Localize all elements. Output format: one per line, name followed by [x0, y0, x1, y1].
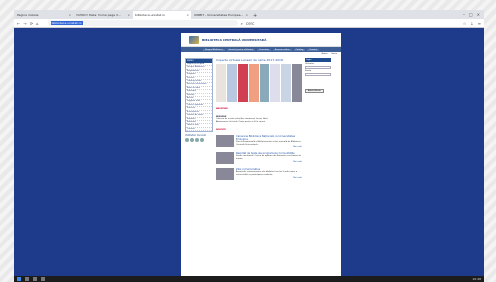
book-cover[interactable]	[226, 64, 237, 102]
book-cover[interactable]	[259, 64, 270, 102]
back-icon[interactable]: ←	[17, 21, 20, 26]
tab-title: UNIBIT - Universitatea Europea...	[194, 13, 244, 17]
left-menu-item[interactable]: Contact	[186, 128, 212, 132]
password-label: Parola	[305, 70, 312, 72]
content-columns: MENIU Pagina principală Despre Biblioteca…	[181, 56, 341, 182]
search-taskbar-icon[interactable]	[25, 277, 29, 281]
read-more-link[interactable]: Mai mult	[236, 177, 302, 179]
taskbar: 10:48	[14, 276, 484, 282]
close-icon[interactable]: ×	[245, 13, 248, 17]
book-cover[interactable]	[248, 64, 259, 102]
book-cover[interactable]	[216, 64, 226, 102]
nav-item[interactable]: Servicii pentru utilizatori	[226, 48, 256, 51]
close-window-icon[interactable]: ×	[477, 12, 480, 17]
download-icon[interactable]: ↓	[470, 21, 473, 26]
book-cover[interactable]	[270, 64, 281, 102]
avatar	[200, 138, 204, 143]
tab-title: biblioteca.unistat.ro	[135, 13, 165, 17]
tab-unibit[interactable]: UNIBIT - Universitatea Europea... ×	[192, 11, 250, 19]
nav-item[interactable]: Cercetare	[257, 48, 271, 51]
tab-title: YAHOO! Italia: home page d...	[76, 13, 121, 17]
read-more-link[interactable]: Mai mult	[236, 161, 302, 163]
search-query[interactable]: cerc	[246, 21, 254, 26]
bookmark-icon[interactable]: ☆	[463, 21, 467, 26]
featured-heading: Coperte virtuale Lansari de carte 2017-2…	[216, 58, 283, 62]
news-thumbnail[interactable]	[216, 135, 234, 148]
site-title: BIBLIOTECA CENTRALĂ UNIVERSITARĂ	[202, 37, 267, 42]
news-list: Caravana Biblioteca Națională, la Univer…	[216, 135, 302, 181]
explorer-icon[interactable]	[33, 277, 37, 281]
browser-icon[interactable]	[41, 277, 45, 281]
user-label: Utilizator	[305, 63, 315, 65]
book-cover[interactable]	[237, 64, 248, 102]
close-icon[interactable]: ×	[68, 13, 71, 17]
tab-home[interactable]: Pagina iniziale ×	[15, 11, 73, 19]
toolbar-right: ☆ ↓ ≡	[463, 21, 481, 26]
window-controls: – □ ×	[463, 12, 484, 17]
news-thumbnail[interactable]	[216, 152, 234, 165]
search-icon[interactable]: ⌕	[241, 21, 243, 26]
left-menu: MENIU Pagina principală Despre Biblioteca…	[185, 58, 213, 133]
main-content: Coperte virtuale Lansari de carte 2017-2…	[216, 58, 302, 181]
reload-icon[interactable]: ⟳	[30, 21, 33, 26]
menu-icon[interactable]: ≡	[478, 21, 481, 26]
username-field[interactable]	[305, 66, 331, 69]
left-sidebar: MENIU Pagina principală Despre Biblioteca…	[185, 58, 213, 180]
close-icon[interactable]: ×	[127, 13, 130, 17]
tab-yahoo[interactable]: YAHOO! Italia: home page d... ×	[74, 11, 132, 19]
avatar	[185, 138, 189, 143]
right-sidebar: Login Utilizator Parola Autentificare	[305, 58, 331, 180]
home-icon[interactable]: ⌂	[36, 21, 39, 26]
read-more-link[interactable]: Mai mult	[236, 146, 302, 148]
site-header: BIBLIOTECA CENTRALĂ UNIVERSITARĂ	[181, 33, 341, 47]
taskbar-clock: 10:48	[472, 277, 481, 281]
utility-link[interactable]: Acasa	[322, 53, 328, 55]
book-cover[interactable]	[292, 64, 302, 102]
news-body: Zilei comemorative Anunțurile comemorativ…	[236, 168, 302, 180]
screen: Pagina iniziale × YAHOO! Italia: home pag…	[14, 10, 484, 276]
news-body: Rezultat de teste ale programului Comuni…	[236, 152, 302, 164]
tab-strip: Pagina iniziale × YAHOO! Italia: home pag…	[14, 10, 484, 19]
nav-item[interactable]: Despre Biblioteca	[202, 48, 225, 51]
tab-library[interactable]: biblioteca.unistat.ro ×	[133, 11, 191, 19]
news-title: NOUTATI	[216, 129, 226, 132]
news-thumbnail[interactable]	[216, 168, 234, 181]
login-button[interactable]: Autentificare	[305, 89, 324, 93]
nav-item[interactable]: Catalog	[293, 48, 306, 51]
close-icon[interactable]: ×	[186, 13, 189, 17]
book-covers	[216, 64, 302, 102]
minimize-icon[interactable]: –	[463, 12, 465, 17]
nav-item[interactable]: Contact	[307, 48, 320, 51]
tab-title: Pagina iniziale	[17, 13, 39, 17]
web-page: BIBLIOTECA CENTRALĂ UNIVERSITARĂ Despre …	[181, 33, 341, 276]
left-menu-list: Pagina principală Despre Biblioteca Regula…	[186, 63, 212, 132]
utility-link[interactable]: Harta	[331, 53, 337, 55]
news-body: Caravana Biblioteca Națională, la Univer…	[236, 135, 302, 148]
site-logo[interactable]	[189, 35, 199, 44]
avatar	[195, 138, 199, 143]
resource-link[interactable]: Aboneaza-te la listele Cases pentru a fi…	[216, 121, 302, 124]
news-item: Zilei comemorative Anunțurile comemorativ…	[216, 168, 302, 181]
login-title: Login	[305, 58, 331, 62]
visitors-title: Vizitatori Curenti	[185, 134, 206, 138]
book-cover[interactable]	[281, 64, 292, 102]
announcements-title: ANUNTURI	[216, 108, 228, 110]
address-url: biblioteca.unistat.ro	[50, 21, 83, 25]
password-field[interactable]	[305, 73, 331, 76]
news-item: Rezultat de teste ale programului Comuni…	[216, 152, 302, 165]
nav-item[interactable]: Resurse online	[272, 48, 292, 51]
start-icon[interactable]	[17, 277, 21, 281]
browser-toolbar: ← → ⟳ ⌂ biblioteca.unistat.ro ⌕ cerc ☆ ↓…	[14, 19, 484, 28]
maximize-icon[interactable]: □	[469, 12, 473, 17]
address-bar[interactable]: biblioteca.unistat.ro	[47, 20, 238, 26]
visitor-avatars	[185, 138, 213, 143]
avatar	[190, 138, 194, 143]
forward-icon[interactable]: →	[23, 21, 26, 26]
news-item: Caravana Biblioteca Națională, la Univer…	[216, 135, 302, 148]
